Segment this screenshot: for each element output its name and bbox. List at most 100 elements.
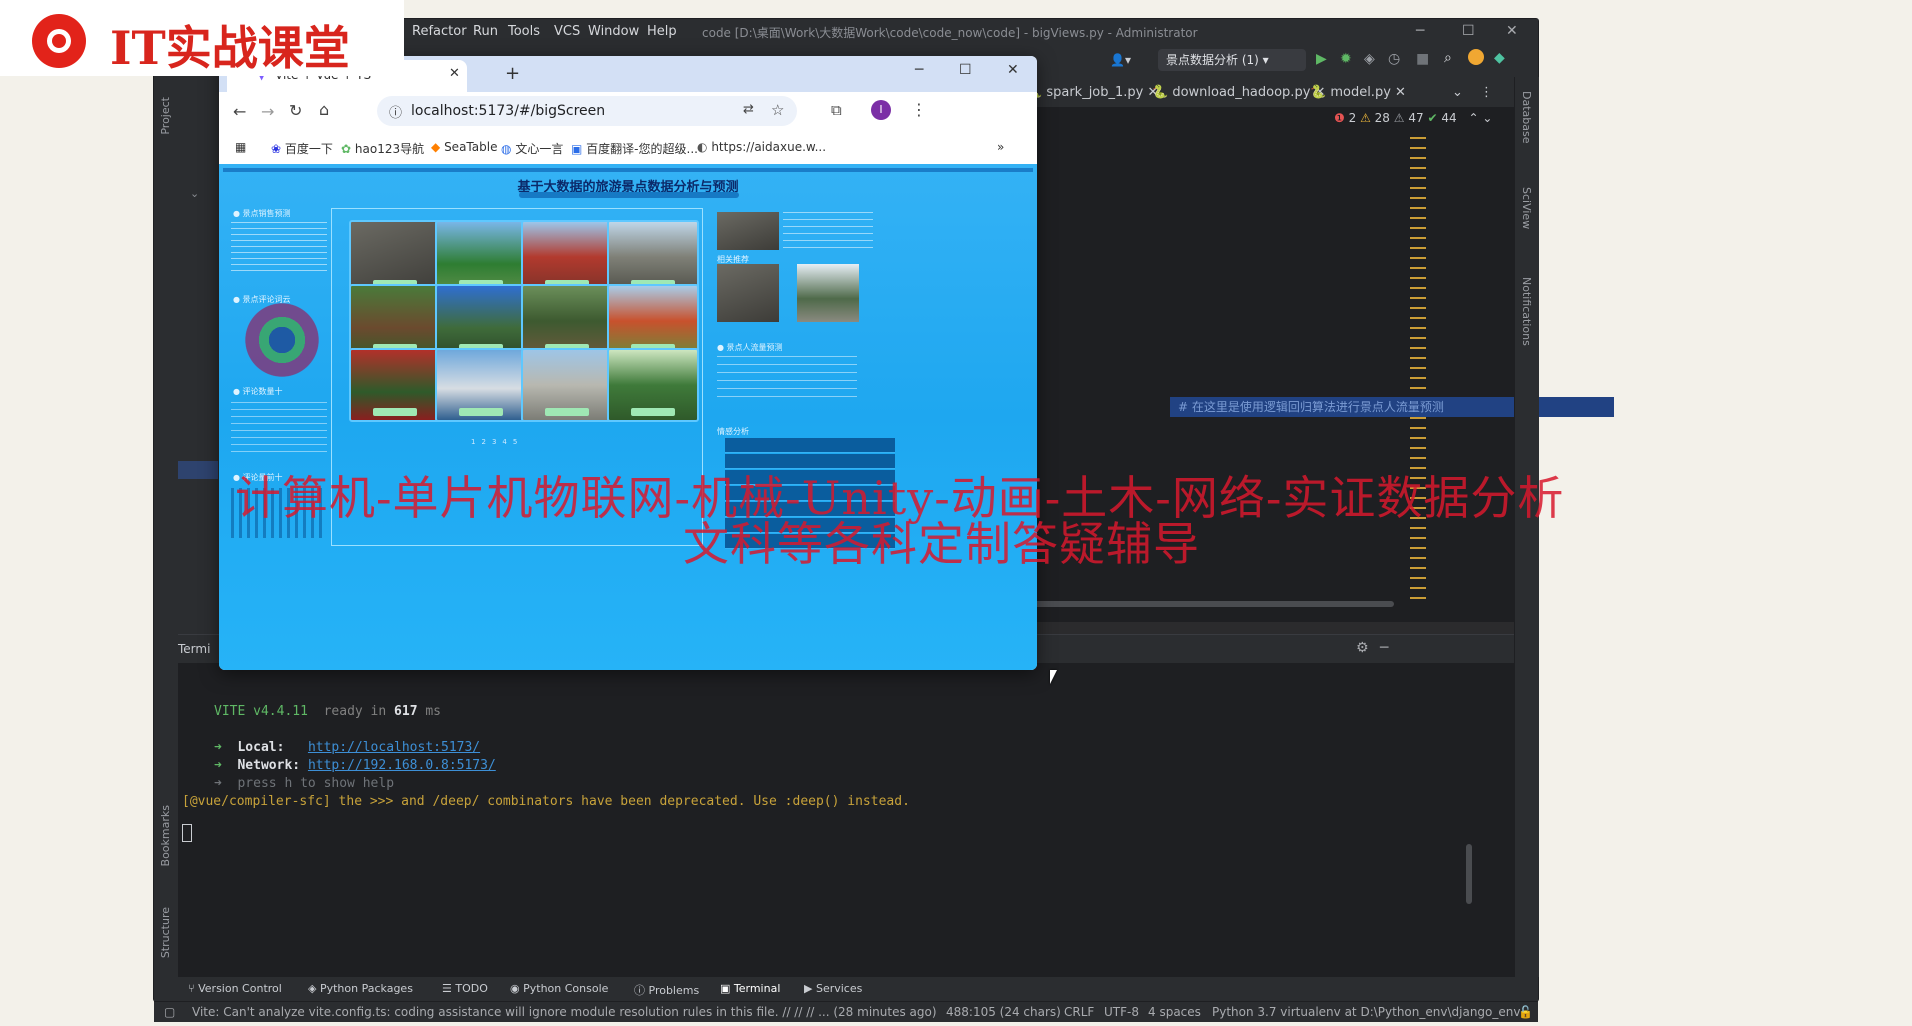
attraction-thumb[interactable] <box>435 348 527 422</box>
attraction-thumb[interactable] <box>607 348 699 422</box>
update-icon[interactable] <box>1468 49 1484 65</box>
attraction-thumb[interactable] <box>521 348 613 422</box>
lock-icon[interactable]: 🔓 <box>1518 1005 1533 1019</box>
terminal-title: Termi <box>178 642 211 656</box>
version-control-tool[interactable]: ⑂ Version Control <box>188 982 282 995</box>
more-icon[interactable]: ⋮ <box>1480 85 1493 100</box>
maximize-icon[interactable]: ☐ <box>1462 23 1475 39</box>
network-url-link[interactable]: http://192.168.0.8:5173/ <box>308 758 496 773</box>
horizontal-scrollbar[interactable] <box>1024 601 1394 607</box>
run-icon[interactable]: ▶ <box>1316 51 1327 67</box>
tabs-dropdown-icon[interactable]: ⌄ <box>1452 85 1463 100</box>
services-tool[interactable]: ▶ Services <box>804 982 862 995</box>
attraction-thumb[interactable] <box>435 220 527 294</box>
attraction-thumb[interactable] <box>349 348 441 422</box>
minimize-icon[interactable]: ─ <box>915 62 923 78</box>
attraction-thumb[interactable] <box>349 220 441 294</box>
database-tool[interactable]: Database <box>1520 91 1533 144</box>
profile-icon[interactable]: ◷ <box>1388 51 1400 67</box>
python-interpreter[interactable]: Python 3.7 virtualenv at D:\Python_env\d… <box>1212 1005 1520 1019</box>
menu-run[interactable]: Run <box>473 24 498 39</box>
notifications-tool[interactable]: Notifications <box>1520 277 1533 346</box>
chevron-down-icon[interactable]: ⌄ <box>190 187 199 200</box>
extensions-icon[interactable]: ⧉ <box>831 101 842 119</box>
home-icon[interactable]: ⌂ <box>319 100 329 119</box>
terminal-scrollbar[interactable] <box>1466 844 1472 904</box>
menu-window[interactable]: Window <box>588 24 639 39</box>
structure-tool[interactable]: Structure <box>159 907 172 958</box>
python-packages-tool[interactable]: ◈ Python Packages <box>308 982 413 995</box>
bookmark-wenxin[interactable]: ◍ 文心一言 <box>501 140 563 157</box>
terminal-tool[interactable]: ▣ Terminal <box>720 982 780 995</box>
menu-refactor[interactable]: Refactor <box>412 24 467 39</box>
python-console-tool[interactable]: ◉ Python Console <box>510 982 608 995</box>
problems-tool[interactable]: ⓘ Problems <box>634 982 699 998</box>
selected-row <box>178 461 218 479</box>
plugin-icon[interactable]: ◆ <box>1494 50 1505 66</box>
tab-spark-job[interactable]: 🐍 spark_job_1.py ✕ <box>1026 85 1158 100</box>
hide-icon[interactable]: ─ <box>1380 640 1388 656</box>
todo-tool[interactable]: ☰ TODO <box>442 982 488 995</box>
close-icon[interactable]: ✕ <box>1506 23 1518 39</box>
profile-avatar[interactable]: I <box>871 100 891 120</box>
tab-label: download_hadoop.py <box>1172 85 1311 100</box>
url-field[interactable]: ⓘ localhost:5173/#/bigScreen ⇄ ☆ <box>377 96 797 126</box>
stop-icon[interactable]: ■ <box>1416 51 1429 67</box>
back-icon[interactable]: ← <box>233 102 246 121</box>
error-icon: ❶ <box>1334 111 1345 125</box>
attraction-thumb[interactable] <box>521 220 613 294</box>
menu-help[interactable]: Help <box>647 24 677 39</box>
bookmark-star-icon[interactable]: ☆ <box>771 101 784 119</box>
attraction-thumb[interactable] <box>521 284 613 358</box>
forward-icon[interactable]: → <box>261 102 274 121</box>
attraction-thumb[interactable] <box>349 284 441 358</box>
recommend-thumb[interactable] <box>797 264 859 322</box>
close-icon[interactable]: ✕ <box>1007 62 1019 78</box>
coverage-icon[interactable]: ◈ <box>1364 51 1375 67</box>
recommend-thumb[interactable] <box>717 264 779 322</box>
inspection-widget[interactable]: ❶ 2 ⚠ 28 ⚠ 47 ✔ 44 ⌃ ⌄ <box>1334 111 1492 125</box>
tab-download-hadoop[interactable]: 🐍 download_hadoop.py ✕ <box>1152 85 1325 100</box>
more-bookmarks-icon[interactable]: » <box>997 140 1004 154</box>
apps-icon[interactable]: ▦ <box>235 140 246 154</box>
search-icon[interactable]: ⌕ <box>1444 50 1452 66</box>
menu-tools[interactable]: Tools <box>508 24 540 39</box>
panel-toggle-icon[interactable]: ▢ <box>164 1005 175 1019</box>
local-url-link[interactable]: http://localhost:5173/ <box>308 740 480 755</box>
terminal-panel[interactable]: VITE v4.4.11 ready in 617 ms ➜ Local: ht… <box>178 634 1514 977</box>
menu-icon[interactable]: ⋮ <box>911 100 927 119</box>
debug-icon[interactable]: ✹ <box>1340 51 1352 67</box>
file-encoding[interactable]: UTF-8 <box>1104 1005 1139 1019</box>
bookmark-baidu[interactable]: ❀ 百度一下 <box>271 140 333 157</box>
sciview-tool[interactable]: SciView <box>1520 187 1533 229</box>
attraction-thumb[interactable] <box>607 284 699 358</box>
user-icon[interactable]: 👤▾ <box>1110 53 1131 67</box>
gear-icon[interactable]: ⚙ <box>1356 640 1369 656</box>
project-tool[interactable]: Project <box>159 97 172 135</box>
panel-title: ● 景点人流量预测 <box>717 343 783 352</box>
bookmarks-tool[interactable]: Bookmarks <box>159 805 172 866</box>
bookmark-seatable[interactable]: ◆ SeaTable <box>431 140 497 154</box>
reload-icon[interactable]: ↻ <box>289 101 302 120</box>
gallery-pager[interactable]: 12345 <box>471 438 523 446</box>
maximize-icon[interactable]: ☐ <box>959 62 972 78</box>
tab-model[interactable]: 🐍 model.py ✕ <box>1310 85 1406 100</box>
attraction-thumb[interactable] <box>607 220 699 294</box>
line-separator[interactable]: CRLF <box>1064 1005 1094 1019</box>
attraction-thumb[interactable] <box>435 284 527 358</box>
run-config-select[interactable]: 景点数据分析 (1) ▾ <box>1158 49 1306 71</box>
tab-close-icon[interactable]: ✕ <box>449 66 460 81</box>
chevron-down-icon[interactable]: ⌄ <box>1482 111 1492 125</box>
cursor-position[interactable]: 488:105 (24 chars) <box>946 1005 1061 1019</box>
translate-icon[interactable]: ⇄ <box>743 102 754 117</box>
bookmark-aidaxue[interactable]: ◐ https://aidaxue.w... <box>697 140 826 154</box>
indent-setting[interactable]: 4 spaces <box>1148 1005 1201 1019</box>
chevron-up-icon[interactable]: ⌃ <box>1468 111 1478 125</box>
minimize-icon[interactable]: ─ <box>1416 23 1424 39</box>
menu-vcs[interactable]: VCS <box>554 24 580 39</box>
bookmark-fanyi[interactable]: ▣ 百度翻译-您的超级... <box>571 140 698 157</box>
site-info-icon[interactable]: ⓘ <box>389 102 402 121</box>
bookmark-hao123[interactable]: ✿ hao123导航 <box>341 140 424 157</box>
status-message[interactable]: Vite: Can't analyze vite.config.ts: codi… <box>192 1005 937 1019</box>
new-tab-icon[interactable]: + <box>505 63 520 84</box>
